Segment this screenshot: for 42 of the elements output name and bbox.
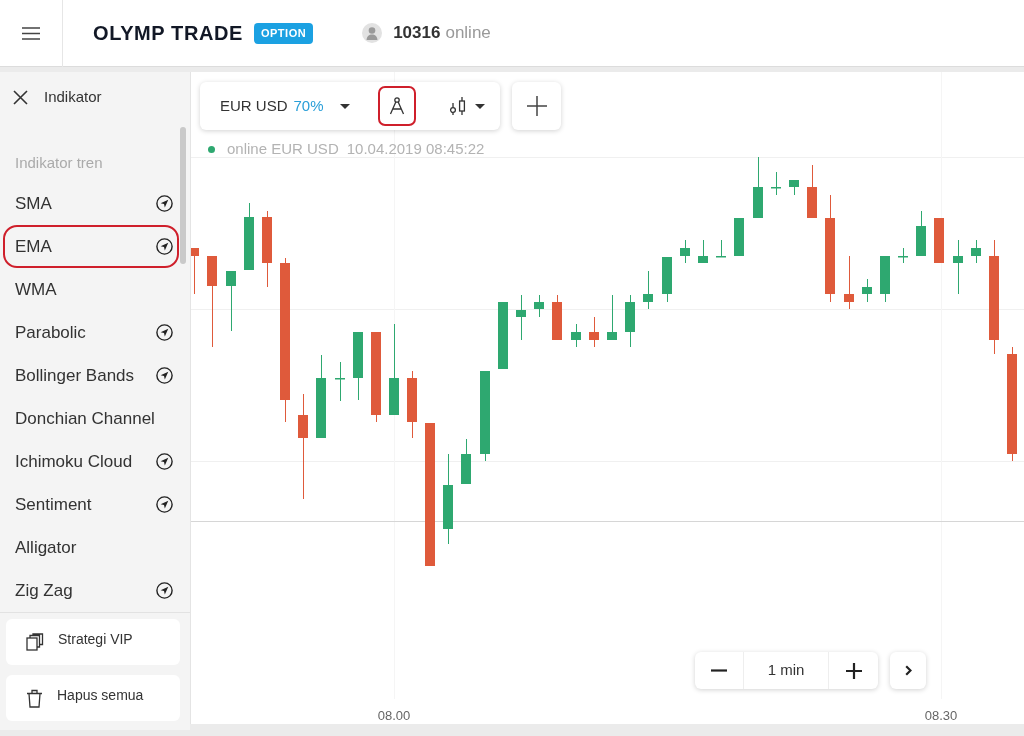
asset-selector[interactable]: EUR USD 70% [220, 91, 350, 121]
indicator-item[interactable]: Donchian Channel [3, 397, 179, 440]
close-button[interactable] [12, 89, 28, 105]
indicator-item[interactable]: EMA [3, 225, 179, 268]
indicator-item[interactable]: Alligator [3, 526, 179, 569]
candlestick-icon [450, 96, 467, 116]
close-icon [12, 89, 28, 105]
delete-all-button[interactable]: Hapus semua [6, 675, 180, 721]
scrollbar-thumb[interactable] [180, 127, 186, 264]
compass-icon [388, 97, 405, 115]
drawing-tools-button[interactable] [377, 86, 416, 126]
indicator-item[interactable]: Ichimoku Cloud [3, 440, 179, 483]
indicator-item[interactable]: WMA [3, 268, 179, 311]
add-chart-button[interactable] [512, 82, 561, 130]
indicator-item[interactable]: Zig Zag [3, 569, 179, 612]
online-label: online [445, 22, 491, 45]
plus-icon [526, 96, 547, 116]
sidebar-title: Indikator [44, 86, 102, 107]
menu-icon [22, 26, 40, 40]
time-axis-label: 08.30 [924, 707, 958, 724]
indicator-item[interactable]: SMA [3, 182, 179, 225]
caret-down-icon [339, 103, 350, 109]
timeframe-value: 1 min [766, 660, 806, 681]
trash-icon [26, 688, 43, 708]
status-dot-icon [208, 145, 215, 153]
option-badge: OPTION [253, 22, 314, 44]
indicator-item[interactable]: Parabolic [3, 311, 179, 354]
chevron-right-icon [904, 665, 912, 676]
section-heading: Indikator tren [15, 152, 103, 173]
user-avatar-icon [362, 23, 383, 43]
plus-icon [845, 662, 862, 679]
indicator-item[interactable]: Bollinger Bands [3, 354, 179, 397]
caret-down-icon [475, 103, 486, 109]
connection-status: online EUR USD [227, 139, 339, 159]
stacked-cards-icon [26, 633, 44, 651]
logo-wordmark: OLYMP TRADE [93, 23, 243, 43]
online-count: 10316 [393, 22, 441, 45]
strategies-button[interactable]: Strategi VIP [6, 619, 180, 665]
time-axis-label: 08.00 [377, 707, 411, 724]
minus-icon [711, 669, 727, 672]
indicator-item[interactable]: Sentiment [3, 483, 179, 526]
server-time: 10.04.2019 08:45:22 [346, 139, 485, 159]
